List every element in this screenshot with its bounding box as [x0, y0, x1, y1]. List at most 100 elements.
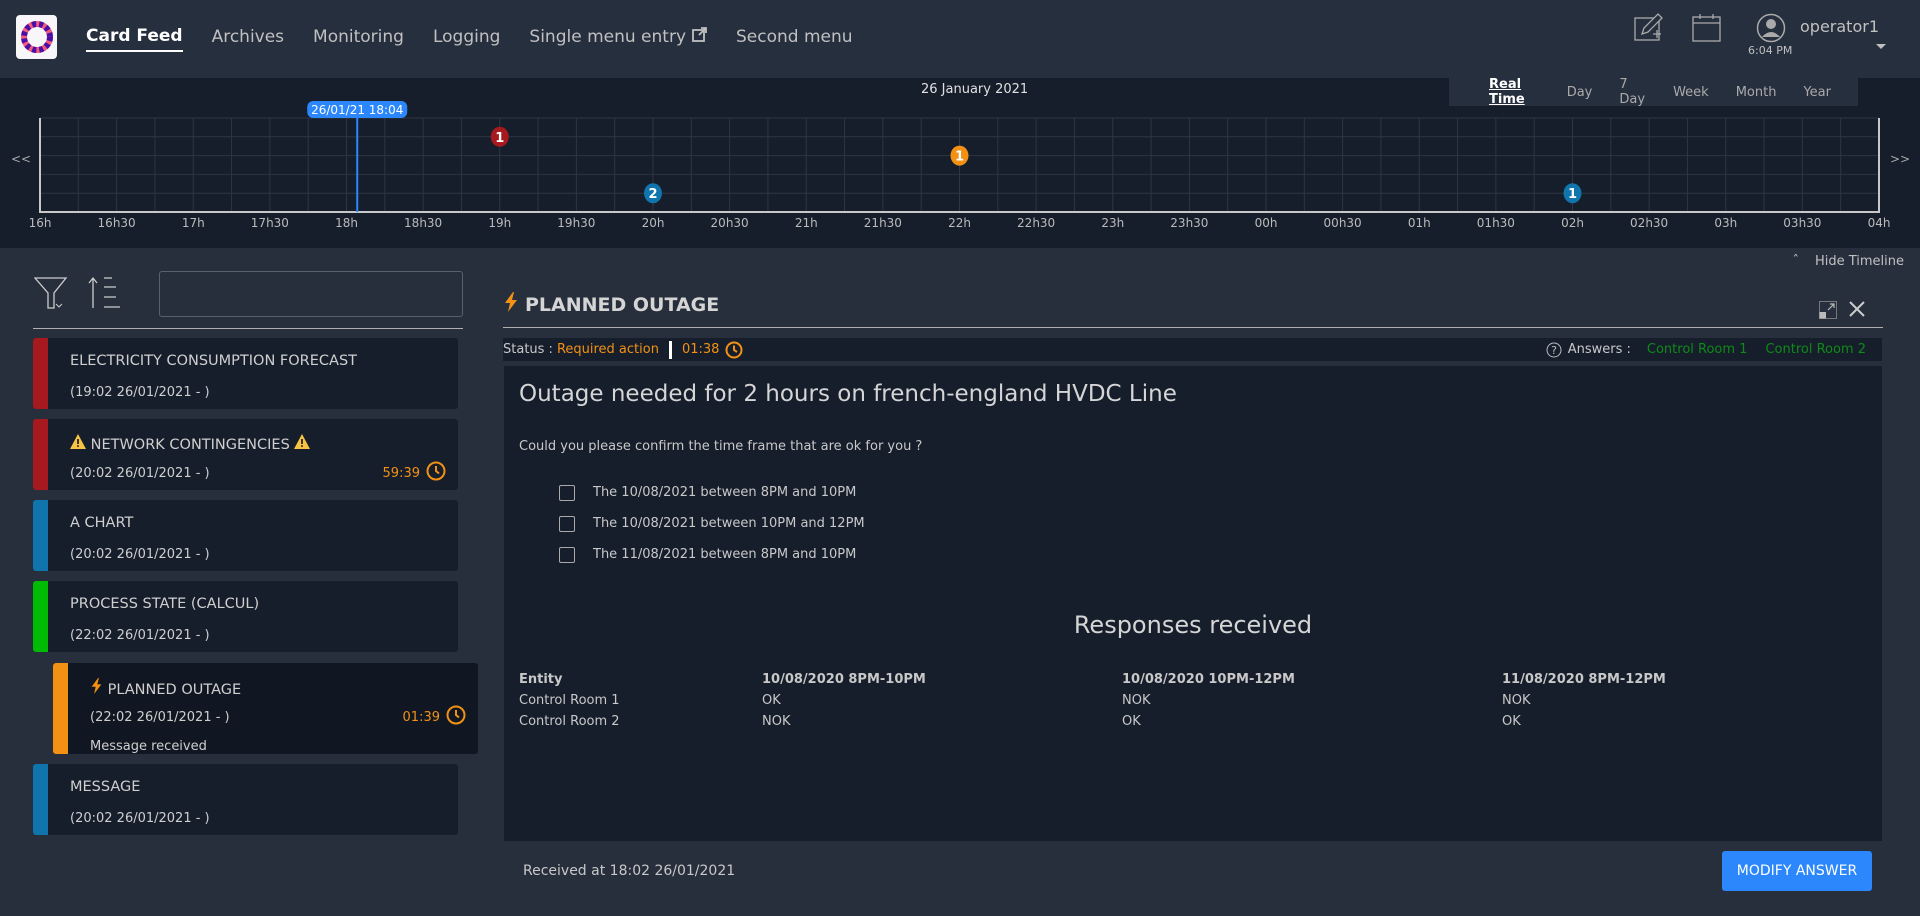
- nav-item-monitoring[interactable]: Monitoring: [313, 26, 404, 52]
- nav-item-label: Second menu: [736, 27, 853, 47]
- status-bar: Status : Required action 01:38 ? Answers…: [503, 338, 1882, 361]
- card-title-text: NETWORK CONTINGENCIES: [90, 437, 290, 453]
- create-usercard-icon[interactable]: [1634, 12, 1666, 46]
- nav-item-logging[interactable]: Logging: [433, 26, 500, 52]
- feed-card[interactable]: A CHART (20:02 26/01/2021 - ): [33, 500, 458, 571]
- tick-label: 21h30: [864, 216, 902, 230]
- severity-bar: [33, 338, 48, 409]
- card-detail-title: PLANNED OUTAGE: [503, 292, 719, 317]
- table-cell: Control Room 2: [519, 714, 620, 729]
- nav-item-label: Monitoring: [313, 27, 404, 47]
- sort-icon[interactable]: [88, 276, 122, 314]
- timeline-chart[interactable]: 16h 16h30 17h 17h30 18h 18h30 19h 19h30 20h 20h30…: [0, 78, 1920, 248]
- tick-label: 02h30: [1630, 216, 1668, 230]
- timeline: 26 January 2021 Real Time Day 7 Day Week Mon…: [0, 77, 1920, 248]
- card-date: (22:02 26/01/2021 - ): [70, 628, 210, 643]
- filter-icon[interactable]: [33, 276, 68, 314]
- table-row: Control Room 2 NOK OK OK: [519, 711, 1869, 732]
- option-label: The 10/08/2021 between 8PM and 10PM: [593, 485, 857, 500]
- option-checkbox[interactable]: [559, 546, 575, 563]
- nav-item-single-menu-entry[interactable]: Single menu entry: [529, 26, 707, 52]
- option-item[interactable]: The 11/08/2021 between 8PM and 10PM: [559, 539, 865, 570]
- card-heading: Outage needed for 2 hours on french-engl…: [519, 381, 1177, 407]
- detail-divider: [503, 327, 1883, 328]
- card-date: (20:02 26/01/2021 - ): [70, 547, 210, 562]
- hide-timeline-button[interactable]: ˆ Hide Timeline: [1792, 254, 1904, 269]
- warning-icon: [294, 434, 311, 453]
- feed-card[interactable]: MESSAGE (20:02 26/01/2021 - ): [33, 764, 458, 835]
- received-timestamp: Received at 18:02 26/01/2021: [523, 863, 736, 879]
- tick-label: 16h30: [98, 216, 136, 230]
- calendar-icon[interactable]: [1692, 14, 1722, 46]
- table-header: 10/08/2020 8PM-10PM: [762, 672, 926, 687]
- feed-card[interactable]: PLANNED OUTAGE (22:02 26/01/2021 - ) 01:39…: [53, 663, 478, 754]
- card-title: PLANNED OUTAGE: [90, 678, 241, 698]
- svg-text:?: ?: [1551, 344, 1557, 357]
- nav-item-label: Card Feed: [86, 26, 183, 46]
- tick-label: 03h: [1714, 216, 1737, 230]
- responses-table: Entity 10/08/2020 8PM-10PM 10/08/2020 10PM…: [519, 669, 1869, 732]
- current-time-label: 26/01/21 18:04: [311, 103, 403, 117]
- tick-label: 18h: [335, 216, 358, 230]
- status-timer: 01:38: [682, 341, 743, 359]
- nav-item-archives[interactable]: Archives: [212, 26, 284, 52]
- card-title: ELECTRICITY CONSUMPTION FORECAST: [70, 353, 357, 369]
- tick-label: 19h: [488, 216, 511, 230]
- nav-item-label: Logging: [432, 27, 501, 47]
- table-cell: OK: [762, 693, 781, 708]
- external-link-icon: [692, 27, 707, 47]
- card-date: (20:02 26/01/2021 - ): [70, 466, 210, 481]
- nav-item-label: Archives: [211, 27, 285, 47]
- app-logo[interactable]: [16, 15, 57, 59]
- user-avatar-icon[interactable]: [1756, 13, 1786, 47]
- feed-card[interactable]: NETWORK CONTINGENCIES (20:02 26/01/2021 …: [33, 419, 458, 490]
- tick-label: 21h: [795, 216, 818, 230]
- card-timer-value: 59:39: [382, 465, 420, 481]
- table-cell: NOK: [1502, 693, 1531, 708]
- timeline-marker-count: 1: [495, 131, 504, 146]
- user-name[interactable]: operator1: [1800, 17, 1879, 36]
- tick-label: 18h30: [404, 216, 442, 230]
- nav-item-card-feed[interactable]: Card Feed: [86, 26, 183, 52]
- timeline-marker-count: 2: [648, 187, 657, 202]
- option-item[interactable]: The 10/08/2021 between 10PM and 12PM: [559, 508, 865, 539]
- user-menu-caret-icon[interactable]: [1876, 44, 1886, 49]
- severity-bar: [33, 419, 48, 490]
- table-cell: Control Room 1: [519, 693, 620, 708]
- expand-card-button[interactable]: [1819, 301, 1837, 323]
- table-row: Control Room 1 OK NOK NOK: [519, 690, 1869, 711]
- feed-card[interactable]: ELECTRICITY CONSUMPTION FORECAST (19:02 2…: [33, 338, 458, 409]
- severity-bar: [53, 663, 68, 754]
- option-checkbox[interactable]: [559, 484, 575, 501]
- clock-icon: [426, 461, 446, 485]
- table-cell: NOK: [762, 714, 791, 729]
- option-list: The 10/08/2021 between 8PM and 10PM The 1…: [559, 477, 865, 570]
- help-icon[interactable]: ?: [1546, 342, 1562, 358]
- card-message: Message received: [90, 739, 207, 754]
- option-item[interactable]: The 10/08/2021 between 8PM and 10PM: [559, 477, 865, 508]
- feed-card[interactable]: PROCESS STATE (CALCUL) (22:02 26/01/2021 …: [33, 581, 458, 652]
- card-title-text: MESSAGE: [70, 779, 141, 795]
- option-label: The 10/08/2021 between 10PM and 12PM: [593, 516, 865, 531]
- card-title: MESSAGE: [70, 779, 140, 795]
- modify-answer-button[interactable]: MODIFY ANSWER: [1722, 851, 1872, 891]
- tick-label: 17h: [182, 216, 205, 230]
- card-title: NETWORK CONTINGENCIES: [70, 434, 311, 453]
- card-date: (19:02 26/01/2021 - ): [70, 385, 210, 400]
- navbar: Card Feed Archives Monitoring Logging Single…: [0, 0, 1920, 78]
- table-header: 10/08/2020 10PM-12PM: [1122, 672, 1295, 687]
- clock-time: 6:04 PM: [1748, 44, 1793, 57]
- severity-bar: [33, 500, 48, 571]
- tick-label: 04h: [1868, 216, 1891, 230]
- feed-divider: [33, 328, 463, 329]
- nav-item-second-menu[interactable]: Second menu: [736, 26, 853, 52]
- feed-search-input[interactable]: [159, 271, 463, 317]
- status-value: Required action: [556, 342, 659, 357]
- card-title-text: A CHART: [70, 515, 134, 531]
- close-card-button[interactable]: [1848, 300, 1866, 322]
- answers-section: ? Answers : Control Room 1 Control Room 2: [1546, 338, 1878, 361]
- option-checkbox[interactable]: [559, 515, 575, 532]
- table-cell: NOK: [1122, 693, 1151, 708]
- tick-label: 00h30: [1324, 216, 1362, 230]
- tick-label: 23h30: [1170, 216, 1208, 230]
